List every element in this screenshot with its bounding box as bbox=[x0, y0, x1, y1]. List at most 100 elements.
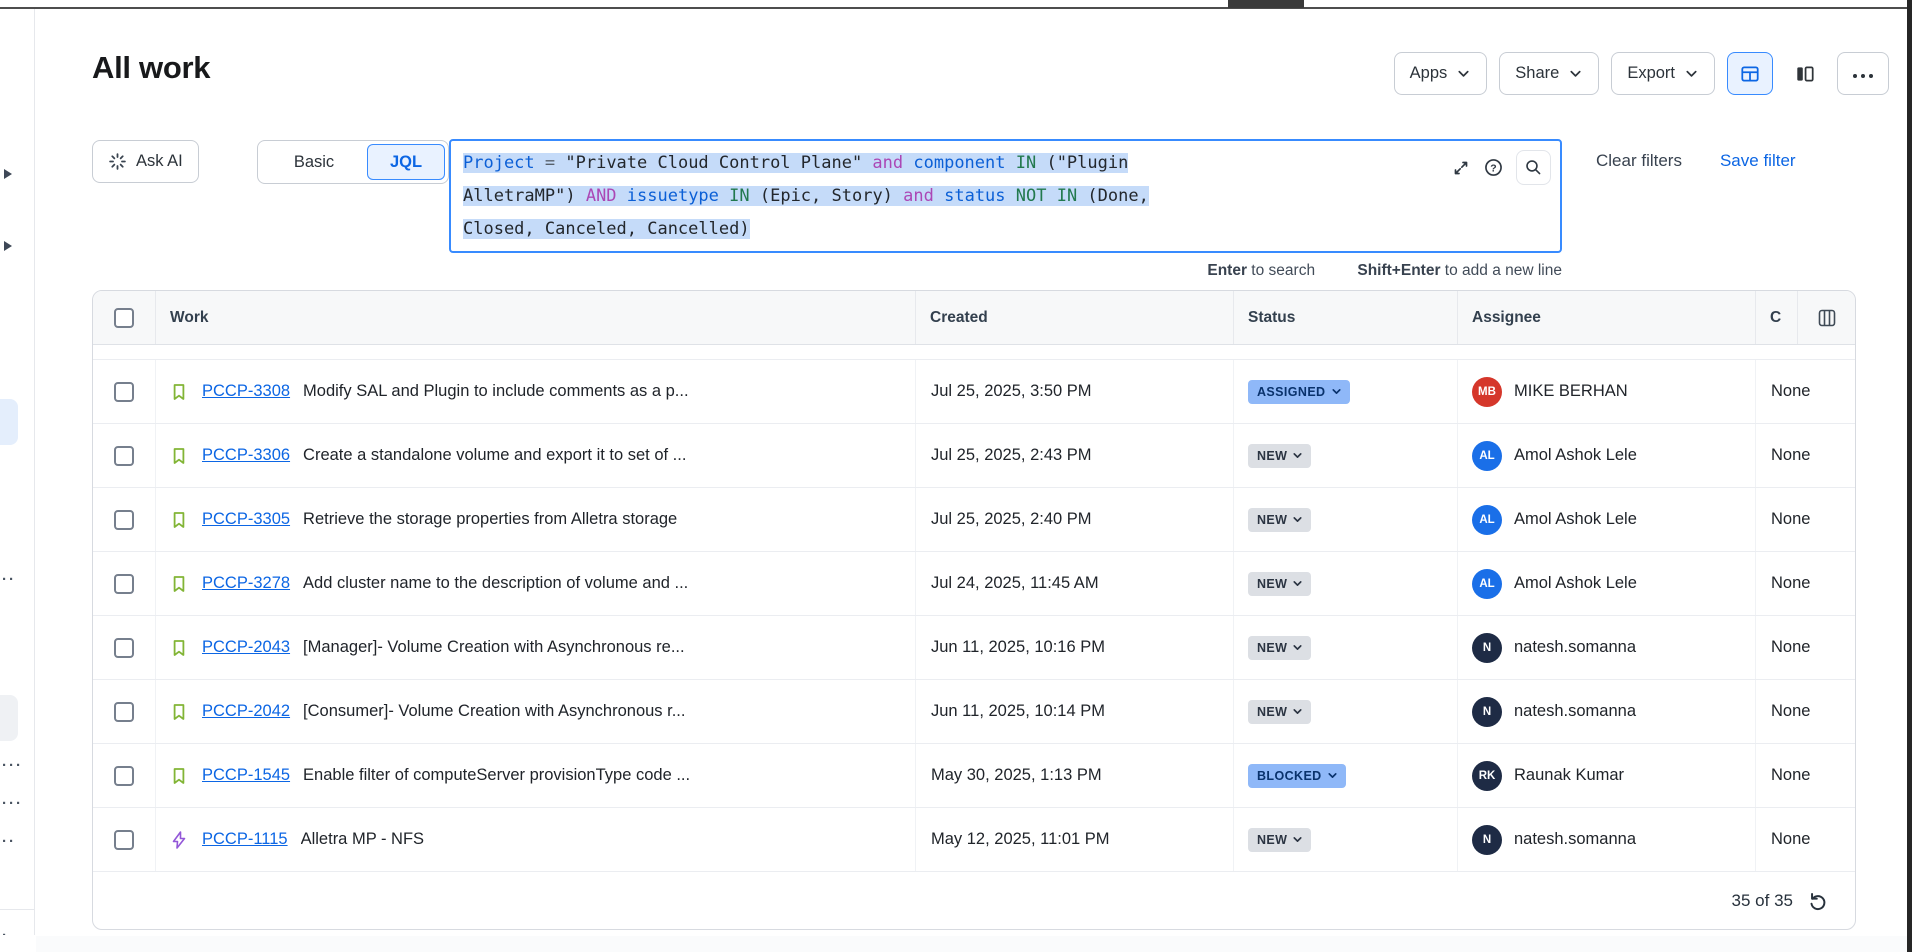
share-button[interactable]: Share bbox=[1499, 52, 1599, 95]
row-checkbox[interactable] bbox=[114, 638, 134, 658]
story-icon bbox=[169, 574, 189, 594]
search-icon[interactable] bbox=[1516, 150, 1551, 185]
assignee-cell[interactable]: ALAmol Ashok Lele bbox=[1457, 424, 1755, 487]
row-checkbox[interactable] bbox=[114, 830, 134, 850]
window-tab-fragment bbox=[1228, 0, 1304, 8]
ask-ai-button[interactable]: Ask AI bbox=[92, 140, 199, 183]
sidebar-item-fragment[interactable]: ··· bbox=[2, 795, 23, 812]
jql-editor[interactable]: Project = "Private Cloud Control Plane" … bbox=[449, 139, 1562, 253]
assignee-cell[interactable]: Nnatesh.somanna bbox=[1457, 808, 1755, 871]
syntax-help-icon[interactable]: ? bbox=[1483, 157, 1504, 178]
issue-summary[interactable]: [Manager]- Volume Creation with Asynchro… bbox=[303, 638, 685, 657]
row-checkbox[interactable] bbox=[114, 382, 134, 402]
status-badge[interactable]: NEW bbox=[1248, 508, 1311, 532]
row-select-cell bbox=[93, 552, 155, 615]
issue-summary[interactable]: Add cluster name to the description of v… bbox=[303, 574, 688, 593]
issue-key-link[interactable]: PCCP-3305 bbox=[202, 510, 290, 529]
assignee-cell[interactable]: RKRaunak Kumar bbox=[1457, 744, 1755, 807]
issue-summary[interactable]: Create a standalone volume and export it… bbox=[303, 446, 686, 465]
expand-editor-icon[interactable] bbox=[1451, 158, 1471, 178]
row-checkbox[interactable] bbox=[114, 446, 134, 466]
table-row[interactable]: PCCP-3305 Retrieve the storage properties… bbox=[93, 488, 1855, 552]
assignee-cell[interactable]: Nnatesh.somanna bbox=[1457, 616, 1755, 679]
list-view-toggle[interactable] bbox=[1727, 52, 1773, 95]
table-row[interactable]: PCCP-1115Alletra MP - NFSMay 12, 2025, 1… bbox=[93, 808, 1855, 872]
issue-key-link[interactable]: PCCP-3306 bbox=[202, 446, 290, 465]
status-badge[interactable]: NEW bbox=[1248, 828, 1311, 852]
sidebar-active-item-fragment[interactable] bbox=[0, 399, 18, 445]
status-badge[interactable]: NEW bbox=[1248, 572, 1311, 596]
table-row[interactable]: PCCP-2042 [Consumer]- Volume Creation wit… bbox=[93, 680, 1855, 744]
jql-mode-button[interactable]: JQL bbox=[367, 144, 445, 180]
status-cell: NEW bbox=[1233, 616, 1457, 679]
jql-editor-content[interactable]: Project = "Private Cloud Control Plane" … bbox=[463, 147, 1548, 246]
issue-summary[interactable]: Modify SAL and Plugin to include comment… bbox=[303, 382, 689, 401]
ai-sparkle-icon bbox=[108, 152, 127, 171]
export-button[interactable]: Export bbox=[1611, 52, 1715, 95]
sidebar-item-fragment[interactable]: ··· bbox=[2, 757, 23, 774]
status-badge[interactable]: BLOCKED bbox=[1248, 764, 1346, 788]
table-row[interactable]: PCCP-3278 Add cluster name to the descrip… bbox=[93, 552, 1855, 616]
column-header-extra[interactable]: C bbox=[1755, 291, 1855, 344]
issue-key-link[interactable]: PCCP-3308 bbox=[202, 382, 290, 401]
apps-button[interactable]: Apps bbox=[1394, 52, 1488, 95]
sidebar-item-fragment[interactable]: ·· bbox=[2, 833, 16, 850]
issue-key-link[interactable]: PCCP-2043 bbox=[202, 638, 290, 657]
row-checkbox[interactable] bbox=[114, 510, 134, 530]
refresh-icon[interactable] bbox=[1807, 890, 1829, 912]
issue-summary[interactable]: Retrieve the storage properties from All… bbox=[303, 510, 677, 529]
column-header-created[interactable]: Created bbox=[915, 291, 1233, 344]
enter-hint-text: to search bbox=[1247, 262, 1315, 279]
status-badge[interactable]: NEW bbox=[1248, 700, 1311, 724]
assignee-cell[interactable]: ALAmol Ashok Lele bbox=[1457, 552, 1755, 615]
status-badge[interactable]: NEW bbox=[1248, 444, 1311, 468]
sidebar-chevron-icon[interactable] bbox=[4, 241, 12, 251]
column-header-assignee[interactable]: Assignee bbox=[1457, 291, 1755, 344]
issue-key-link[interactable]: PCCP-1545 bbox=[202, 766, 290, 785]
assignee-cell[interactable]: Nnatesh.somanna bbox=[1457, 680, 1755, 743]
table-row[interactable]: PCCP-3306 Create a standalone volume and … bbox=[93, 424, 1855, 488]
more-actions-button[interactable] bbox=[1837, 52, 1889, 95]
sidebar-item-fragment[interactable]: · bbox=[2, 927, 9, 935]
issue-key-link[interactable]: PCCP-1115 bbox=[202, 830, 288, 849]
sidebar-item-fragment[interactable] bbox=[0, 695, 18, 741]
basic-mode-button[interactable]: Basic bbox=[261, 153, 367, 172]
assignee-cell[interactable]: MBMIKE BERHAN bbox=[1457, 360, 1755, 423]
status-badge[interactable]: ASSIGNED bbox=[1248, 380, 1350, 404]
select-all-checkbox[interactable] bbox=[114, 308, 134, 328]
story-icon bbox=[169, 702, 189, 722]
extra-cell: None bbox=[1755, 744, 1855, 807]
story-icon bbox=[169, 638, 189, 658]
chevron-down-icon bbox=[1291, 833, 1304, 846]
detail-view-toggle[interactable] bbox=[1785, 52, 1825, 95]
assignee-cell[interactable]: ALAmol Ashok Lele bbox=[1457, 488, 1755, 551]
issue-key-link[interactable]: PCCP-2042 bbox=[202, 702, 290, 721]
manage-columns-icon[interactable] bbox=[1797, 291, 1855, 344]
save-filter-button[interactable]: Save filter bbox=[1720, 151, 1796, 171]
column-header-status[interactable]: Status bbox=[1233, 291, 1457, 344]
work-items-table: Work Created Status Assignee C PCCP-3308… bbox=[92, 290, 1856, 930]
sidebar-item-fragment[interactable]: ·· bbox=[2, 571, 16, 588]
work-cell: PCCP-3306 Create a standalone volume and … bbox=[155, 424, 915, 487]
issue-summary[interactable]: Alletra MP - NFS bbox=[301, 830, 424, 849]
column-header-work[interactable]: Work bbox=[155, 291, 915, 344]
issue-summary[interactable]: [Consumer]- Volume Creation with Asynchr… bbox=[303, 702, 685, 721]
story-icon bbox=[169, 382, 189, 402]
table-footer: 35 of 35 bbox=[93, 872, 1855, 929]
status-badge[interactable]: NEW bbox=[1248, 636, 1311, 660]
table-row[interactable]: PCCP-1545 Enable filter of computeServer … bbox=[93, 744, 1855, 808]
table-row[interactable]: PCCP-3308 Modify SAL and Plugin to includ… bbox=[93, 360, 1855, 424]
issue-summary[interactable]: Enable filter of computeServer provision… bbox=[303, 766, 690, 785]
table-row[interactable]: PCCP-2043 [Manager]- Volume Creation with… bbox=[93, 616, 1855, 680]
issue-key-link[interactable]: PCCP-3278 bbox=[202, 574, 290, 593]
jira-all-work-page: ·· ··· ··· ·· · All work Apps Share Expo… bbox=[0, 0, 1912, 952]
main-content: All work Apps Share Export bbox=[36, 9, 1907, 952]
status-cell: NEW bbox=[1233, 808, 1457, 871]
row-checkbox[interactable] bbox=[114, 702, 134, 722]
clear-filters-button[interactable]: Clear filters bbox=[1596, 151, 1682, 171]
row-checkbox[interactable] bbox=[114, 574, 134, 594]
enter-hint-key: Enter bbox=[1207, 262, 1247, 279]
row-checkbox[interactable] bbox=[114, 766, 134, 786]
sidebar-chevron-icon[interactable] bbox=[4, 169, 12, 179]
extra-cell: None bbox=[1755, 488, 1855, 551]
